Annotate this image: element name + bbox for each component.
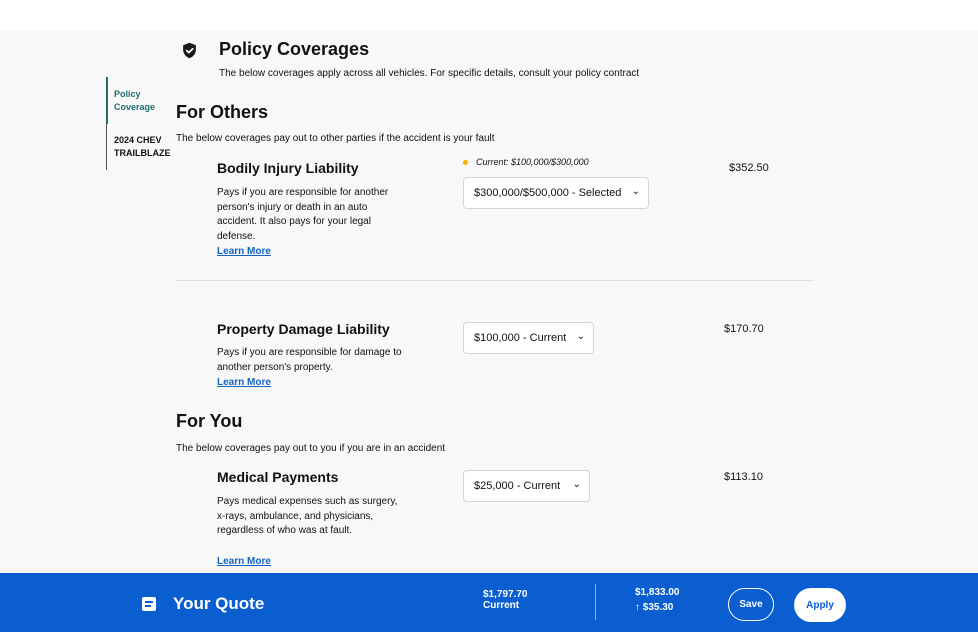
property-damage-price: $170.70 [724,323,764,335]
arrow-up-icon: ↑ [635,602,640,613]
coverage-description-medical-payments: Pays medical expenses such as surgery, x… [217,496,398,537]
current-premium-label: Current [483,600,520,611]
section-description-for-others: The below coverages pay out to other par… [176,133,495,144]
quote-separator [595,584,596,620]
document-icon [142,597,156,611]
section-title-for-others: For Others [176,102,269,122]
side-navigation: Policy Coverage 2024 CHEV TRAILBLAZE [106,77,176,170]
divider [176,280,814,281]
section-title-for-you: For You [176,411,243,431]
apply-button[interactable]: Apply [794,588,846,622]
learn-more-link-bodily-injury[interactable]: Learn More [217,246,271,257]
property-damage-selected-value: $100,000 - Current [474,332,567,344]
current-premium-amount: $1,797.70 [483,589,528,600]
bodily-injury-price: $352.50 [729,162,769,174]
section-description-for-you: The below coverages pay out to you if yo… [176,443,446,454]
top-bar [0,0,978,31]
learn-more-link-property-damage[interactable]: Learn More [217,377,271,388]
chevron-down-icon: ⌄ [631,186,640,197]
save-button[interactable]: Save [728,588,774,621]
coverage-description-bodily-injury: Pays if you are responsible for another … [217,187,389,242]
page-subtitle: The below coverages apply across all veh… [219,68,640,79]
chevron-down-icon: ⌄ [572,479,581,490]
coverage-description-property-damage: Pays if you are responsible for damage t… [217,347,402,373]
new-premium-amount: $1,833.00 [635,587,680,598]
current-coverage-note: Current: $100,000/$300,000 [463,157,589,167]
medical-payments-price: $113.10 [724,471,763,483]
coverage-title-medical-payments: Medical Payments [217,469,339,485]
current-coverage-text: Current: $100,000/$300,000 [476,157,589,167]
medical-payments-limit-select[interactable]: $25,000 - Current ⌄ [463,470,590,502]
quote-footer-bar: Your Quote $1,797.70 Current $1,833.00 ↑… [0,573,978,632]
chevron-down-icon: ⌄ [576,331,585,342]
quote-title: Your Quote [173,594,265,613]
medical-payments-selected-value: $25,000 - Current [474,480,561,492]
learn-more-link-medical-payments[interactable]: Learn More [217,556,271,567]
bodily-injury-limit-select[interactable]: $300,000/$500,000 - Selected ⌄ [463,177,649,209]
current-indicator-dot [463,159,468,165]
coverage-title-bodily-injury: Bodily Injury Liability [217,160,359,176]
shield-check-icon [183,42,196,59]
property-damage-limit-select[interactable]: $100,000 - Current ⌄ [463,322,594,354]
premium-change-amount: $35.30 [642,602,674,613]
sidenav-item-policy-coverage[interactable]: Policy Coverage [114,88,174,114]
premium-change: ↑ $35.30 [635,602,673,613]
coverage-title-property-damage: Property Damage Liability [217,321,390,337]
page-title: Policy Coverages [219,39,370,59]
bodily-injury-selected-value: $300,000/$500,000 - Selected [474,187,622,199]
sidenav-active-indicator [106,77,108,124]
sidenav-item-vehicle[interactable]: 2024 CHEV TRAILBLAZE [114,134,176,160]
